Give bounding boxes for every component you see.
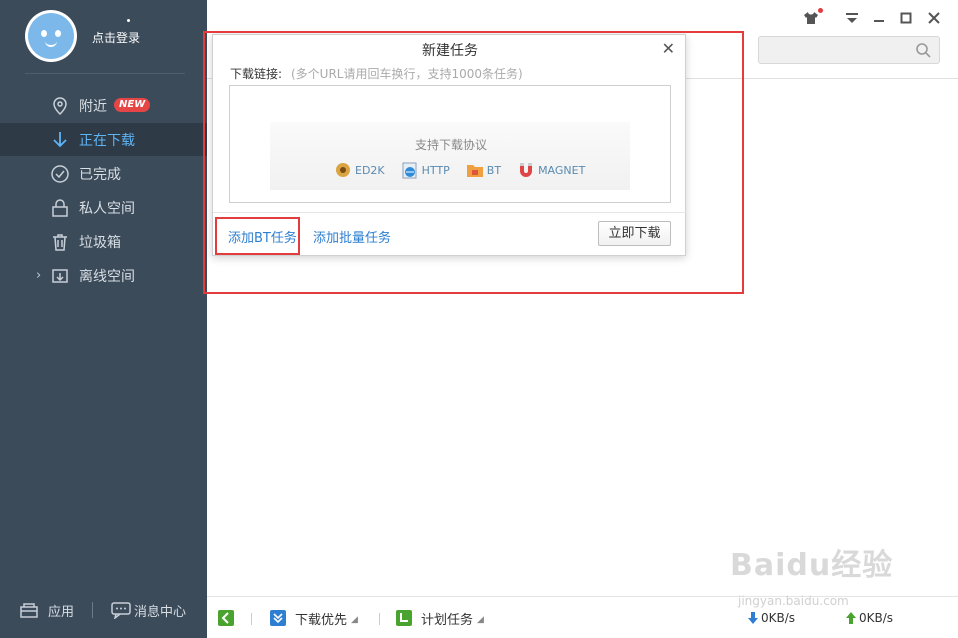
- menu-dropdown-icon: [846, 13, 858, 23]
- download-priority-button[interactable]: 下载优先 ◢: [270, 609, 358, 628]
- download-priority-label: 下载优先: [295, 612, 348, 628]
- message-center-label: 消息中心: [134, 604, 187, 620]
- sidebar-item-label: 正在下载: [79, 132, 135, 149]
- status-separator: [379, 613, 380, 625]
- watermark-url: jingyan.baidu.com: [738, 594, 849, 608]
- location-pin-icon: [53, 96, 67, 115]
- sidebar-item-label: 已完成: [79, 166, 121, 183]
- avatar-face-icon: [28, 13, 74, 59]
- maximize-icon: [900, 12, 912, 24]
- status-separator: [251, 613, 252, 625]
- minimize-icon: [874, 20, 884, 22]
- upload-speed-value: 0KB/s: [859, 611, 894, 625]
- trash-icon: [53, 233, 67, 251]
- sidebar-item-offline-space[interactable]: › 离线空间: [0, 259, 207, 292]
- lock-icon: [52, 198, 68, 217]
- collapse-button[interactable]: [218, 609, 234, 627]
- login-link[interactable]: 点击登录: [92, 29, 140, 46]
- sidebar-item-private-space[interactable]: 私人空间: [0, 191, 207, 224]
- download-speed-icon: [748, 612, 758, 624]
- scheduled-task-label: 计划任务: [421, 612, 474, 628]
- upload-speed-icon: [846, 612, 856, 624]
- chevron-left-icon: [218, 610, 234, 626]
- message-center-button[interactable]: 消息中心: [110, 596, 186, 624]
- maximize-button[interactable]: [897, 9, 915, 27]
- search-icon[interactable]: [915, 42, 931, 58]
- annotation-box-add-bt: [215, 217, 300, 255]
- close-icon: [928, 12, 940, 24]
- sidebar-bottom: 应用 消息中心: [0, 596, 207, 624]
- chevron-right-icon[interactable]: ›: [36, 268, 41, 283]
- sidebar-item-trash[interactable]: 垃圾箱: [0, 225, 207, 258]
- minimize-button[interactable]: [870, 9, 888, 27]
- sidebar-item-label: 私人空间: [79, 200, 135, 217]
- avatar[interactable]: [25, 10, 77, 62]
- sidebar-item-nearby[interactable]: 附近 NEW: [0, 89, 207, 122]
- caret-down-icon: ◢: [351, 615, 358, 625]
- check-circle-icon: [51, 164, 69, 183]
- close-window-button[interactable]: [925, 9, 943, 27]
- skin-button[interactable]: [802, 8, 823, 27]
- sidebar-item-completed[interactable]: 已完成: [0, 157, 207, 190]
- sidebar: 点击登录 附近 NEW 正在下载 已完成 私人空间 垃圾箱 › 离线空间 应用 …: [0, 0, 207, 638]
- new-badge: NEW: [114, 98, 151, 112]
- sidebar-item-downloading[interactable]: 正在下载: [0, 123, 207, 156]
- search-box[interactable]: [758, 36, 940, 64]
- caret-down-icon: ◢: [477, 615, 484, 625]
- menu-button[interactable]: [843, 9, 861, 27]
- priority-icon: [270, 610, 286, 626]
- scheduled-task-button[interactable]: 计划任务 ◢: [396, 609, 484, 628]
- download-arrow-icon: [53, 131, 67, 147]
- tshirt-icon: [804, 12, 818, 24]
- schedule-icon: [396, 610, 412, 626]
- sidebar-bottom-separator: [92, 602, 93, 618]
- upload-speed: 0KB/s: [845, 609, 893, 627]
- cloud-download-icon: [52, 268, 68, 283]
- download-speed: 0KB/s: [747, 609, 795, 627]
- chat-bubble-icon: [111, 602, 131, 619]
- apps-icon: [20, 603, 38, 618]
- apps-button[interactable]: 应用: [19, 596, 74, 624]
- watermark-logo: Baidu经验: [730, 548, 894, 583]
- sidebar-item-label: 离线空间: [79, 268, 135, 285]
- login-dot: [127, 19, 130, 22]
- sidebar-item-label: 附近: [79, 98, 107, 115]
- notification-dot: [818, 8, 823, 13]
- sidebar-divider: [25, 73, 185, 74]
- apps-label: 应用: [48, 604, 75, 620]
- download-speed-value: 0KB/s: [761, 611, 796, 625]
- sidebar-item-label: 垃圾箱: [79, 234, 121, 251]
